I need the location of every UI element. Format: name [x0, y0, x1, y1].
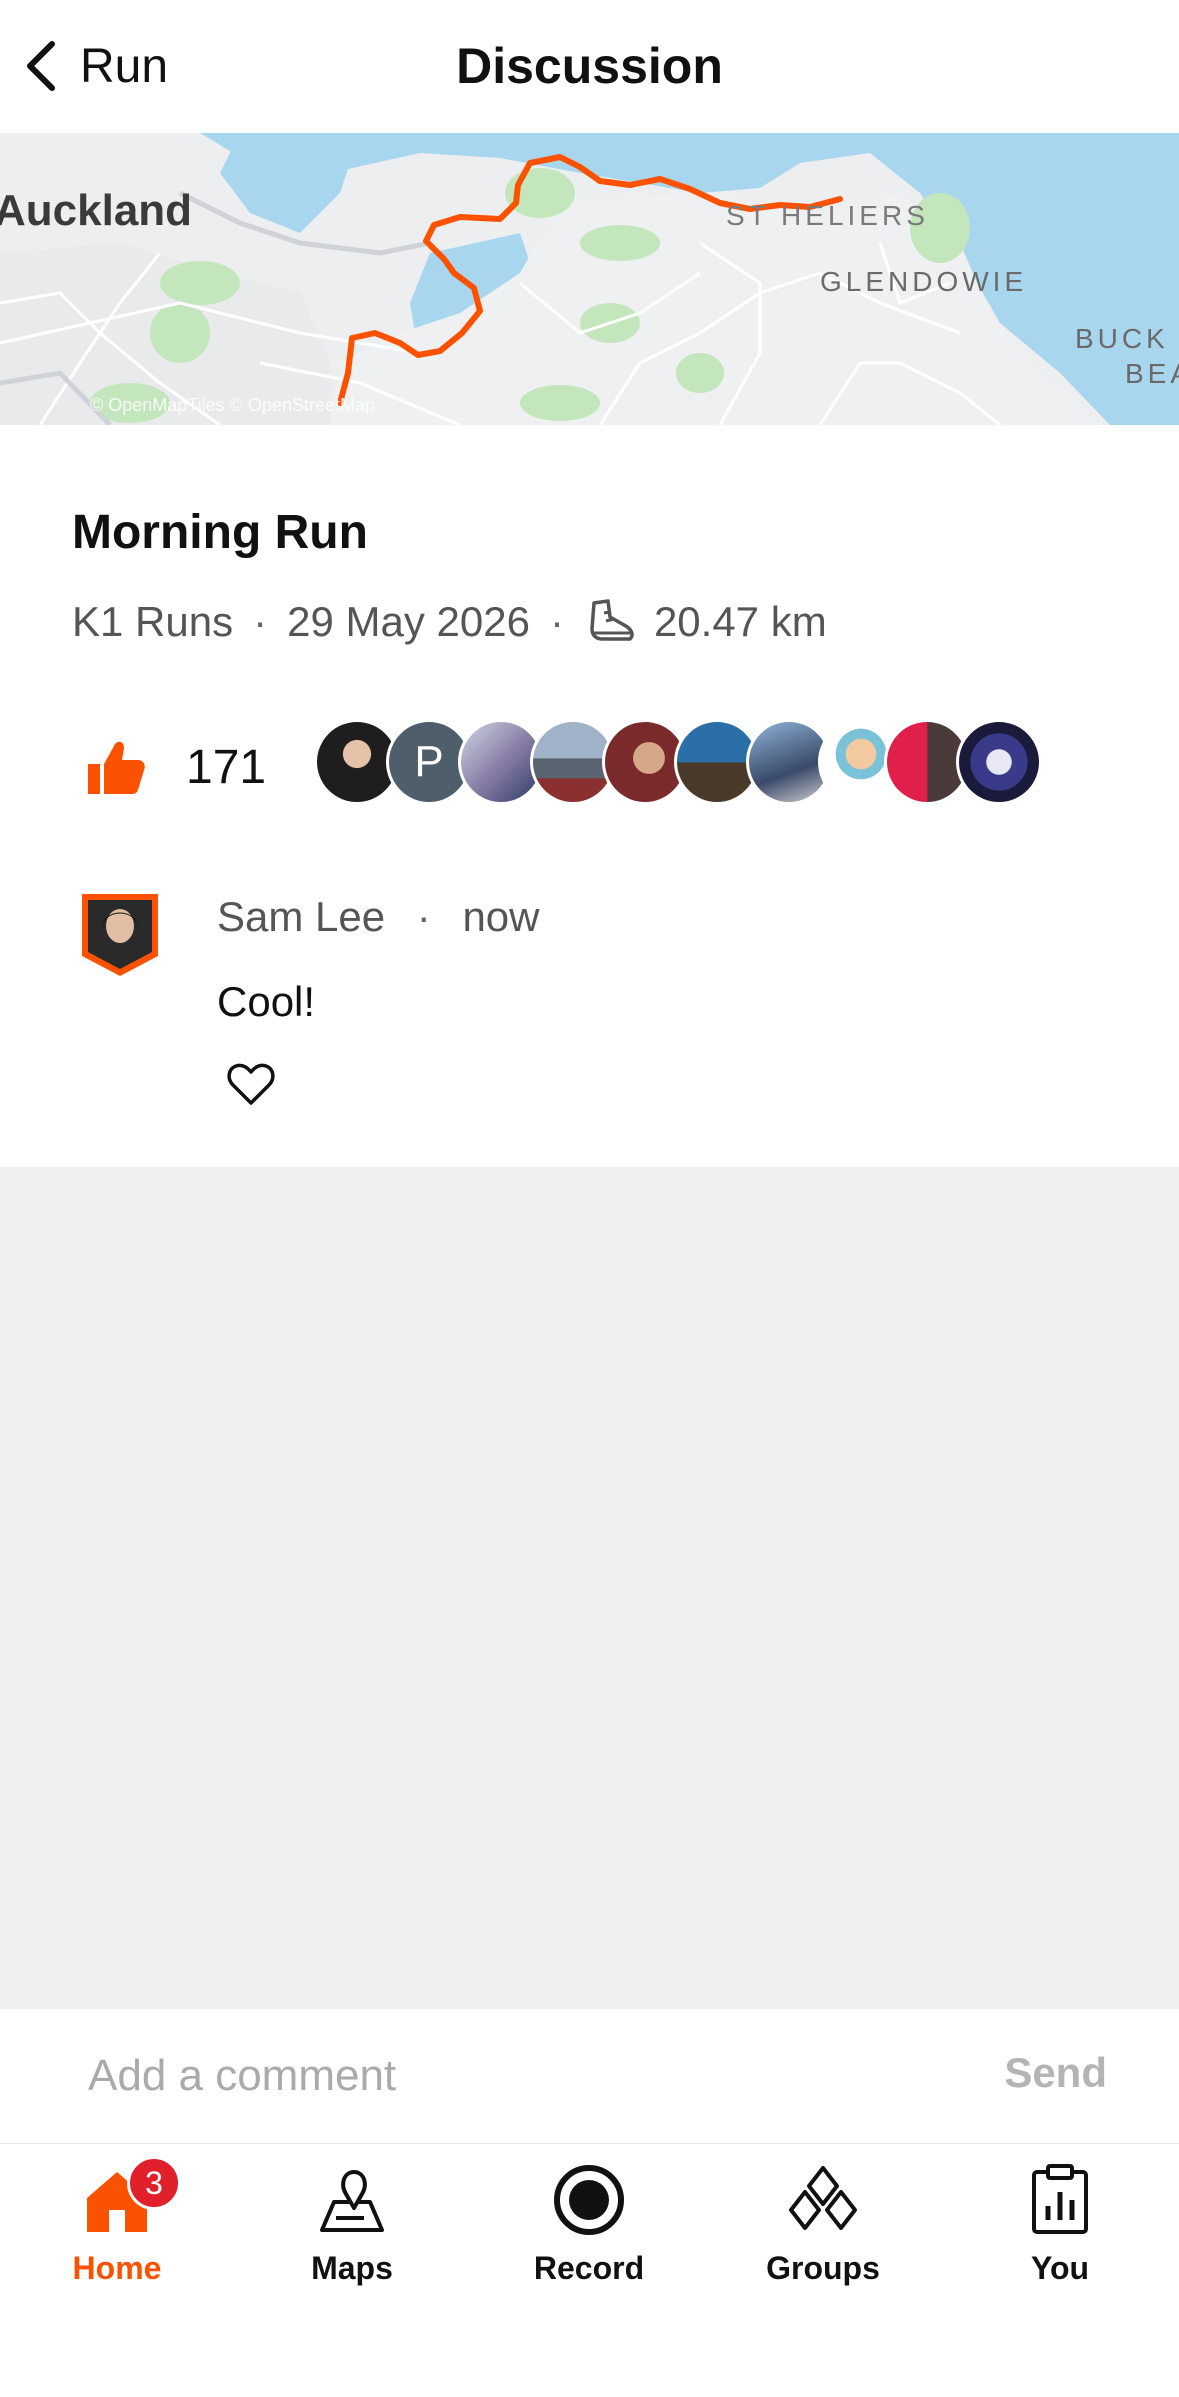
page-title: Discussion	[456, 38, 723, 94]
map-label-suburb: BUCK	[1075, 323, 1169, 354]
map-label-suburb: ST HELIERS	[726, 200, 929, 231]
separator-dot: ·	[253, 598, 268, 645]
comment-composer: Send	[0, 2009, 1179, 2143]
tab-groups[interactable]: Groups	[733, 2162, 913, 2312]
map-label-suburb: GLENDOWIE	[820, 266, 1027, 297]
bottom-tab-bar: 3 Home Maps Record Groups You	[0, 2143, 1179, 2397]
activity-title[interactable]: Morning Run	[72, 505, 368, 560]
empty-background	[0, 1167, 1179, 2010]
activity-date: 29 May 2026	[287, 598, 530, 645]
kudos-count[interactable]: 171	[186, 740, 266, 795]
activity-distance: 20.47 km	[653, 598, 827, 645]
route-map[interactable]: Auckland ST HELIERS GLENDOWIE BUCK BEA ©…	[0, 133, 1179, 425]
notification-badge: 3	[127, 2156, 181, 2210]
discussion-content: Morning Run K1 Runs · 29 May 2026 · 20.4…	[0, 425, 1179, 1167]
tab-you[interactable]: You	[970, 2162, 1150, 2312]
separator-dot: ·	[549, 598, 564, 645]
send-button[interactable]: Send	[1004, 2049, 1107, 2097]
running-shoe-icon	[590, 599, 634, 641]
groups-icon	[789, 2166, 857, 2230]
tab-home[interactable]: 3 Home	[27, 2156, 207, 2312]
record-icon	[554, 2165, 624, 2235]
maps-icon	[320, 2170, 384, 2232]
comment-time: now	[462, 893, 540, 940]
top-nav-bar: Run Discussion	[0, 0, 1179, 133]
map-label-suburb: BEA	[1125, 358, 1179, 389]
tab-record[interactable]: Record	[499, 2162, 679, 2312]
comment-input[interactable]	[86, 2035, 950, 2117]
comment-author[interactable]: Sam Lee	[217, 893, 385, 940]
tab-label: Groups	[766, 2250, 880, 2286]
comment-text: Cool!	[217, 978, 316, 1025]
map-attribution: © OpenMapTiles © OpenStreetMap	[90, 395, 375, 415]
kudos-summary[interactable]: 171	[84, 725, 266, 809]
clipboard-chart-icon	[1032, 2164, 1088, 2234]
tab-label: Record	[533, 2250, 645, 2286]
avatar[interactable]	[956, 719, 1042, 805]
heart-icon[interactable]	[226, 1061, 276, 1107]
separator-dot: ·	[416, 893, 431, 940]
tab-label: Maps	[311, 2250, 393, 2286]
tab-label: You	[1030, 2250, 1090, 2286]
thumbs-up-icon[interactable]	[84, 736, 146, 798]
comment-header: Sam Lee · now	[217, 893, 540, 941]
club-name[interactable]: K1 Runs	[72, 598, 233, 646]
tab-label: Home	[72, 2250, 162, 2286]
commenter-avatar[interactable]	[78, 890, 162, 980]
map-label-city: Auckland	[0, 186, 192, 235]
activity-meta: K1 Runs · 29 May 2026 · 20.47 km	[72, 595, 827, 649]
tab-maps[interactable]: Maps	[262, 2162, 442, 2312]
